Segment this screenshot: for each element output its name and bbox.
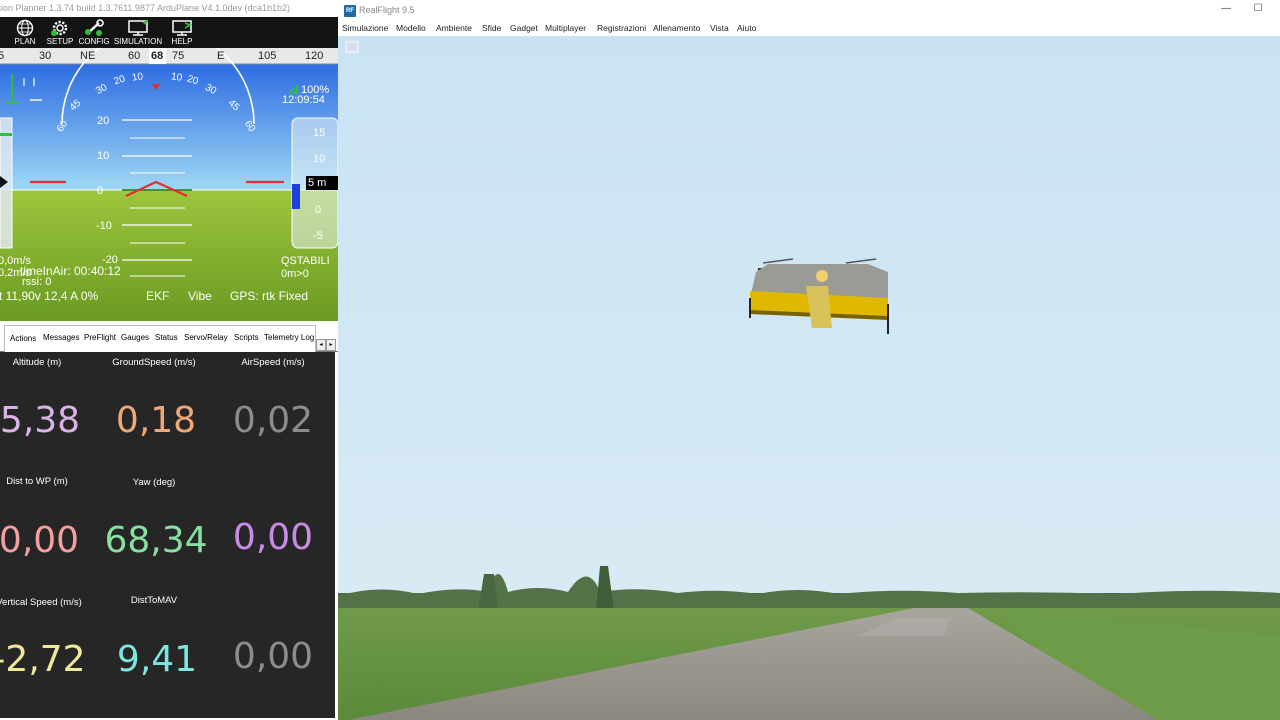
mission-planner-window: ssion Planner 1.3.74 build 1.3.7611.9877… [0, 0, 339, 720]
globe-icon [16, 19, 34, 37]
mission-planner-title: ssion Planner 1.3.74 build 1.3.7611.9877… [0, 3, 291, 13]
quick-value: 0,02 [232, 400, 314, 441]
pitch-label: -10 [96, 220, 112, 232]
quick-label: Vertical Speed (m/s) [0, 597, 82, 608]
help-button[interactable]: HELP [166, 17, 198, 48]
menu-modello[interactable]: Modello [396, 23, 426, 33]
mission-planner-toolbar: PLAN SETUP CONFIG SIMULATION HELP [0, 17, 338, 48]
ekf-status[interactable]: EKF [146, 289, 169, 303]
quick-label: Dist to WP (m) [6, 476, 68, 487]
quick-value: 0,00 [232, 517, 314, 558]
plan-label: PLAN [14, 37, 36, 46]
vibe-status[interactable]: Vibe [188, 289, 212, 303]
tab-scripts[interactable]: Scripts [234, 333, 258, 342]
tab-actions[interactable]: Actions [10, 334, 36, 343]
monitor-icon [128, 20, 148, 36]
tab-telemetry-logs[interactable]: Telemetry Logs [264, 333, 314, 342]
menu-aiuto[interactable]: Aiuto [737, 23, 756, 33]
menu-sfide[interactable]: Sfide [482, 23, 501, 33]
quick-label: Altitude (m) [12, 357, 62, 368]
quick-value: 9,41 [116, 639, 198, 680]
realflight-logo-icon: RF [344, 5, 356, 17]
help-icon [172, 20, 192, 36]
menu-simulazione[interactable]: Simulazione [342, 23, 388, 33]
flight-hud[interactable]: 5 30 NE 60 68 75 E 105 120 60 45 30 20 1… [0, 48, 338, 321]
data-tabs: Actions Messages PreFlight Gauges Status… [0, 321, 338, 352]
altitude-tick: -5 [313, 230, 323, 242]
config-button[interactable]: CONFIG [77, 17, 111, 48]
menu-registrazioni[interactable]: Registrazioni [597, 23, 646, 33]
realflight-menu-bar: Simulazione Modello Ambiente Sfide Gadge… [338, 22, 1280, 37]
simulation-label: SIMULATION [113, 37, 163, 46]
plan-button[interactable]: PLAN [8, 17, 42, 48]
config-label: CONFIG [78, 37, 110, 46]
tab-scroll-right[interactable]: ▸ [326, 339, 336, 351]
quick-value: 0,00 [0, 520, 80, 561]
simulator-scene [338, 36, 1280, 720]
quick-label: DistToMAV [130, 595, 178, 606]
pitch-label: 10 [97, 150, 110, 162]
gear-icon [51, 20, 68, 36]
mission-planner-title-bar: ssion Planner 1.3.74 build 1.3.7611.9877… [0, 0, 338, 17]
help-label: HELP [171, 37, 193, 46]
menu-vista[interactable]: Vista [710, 23, 729, 33]
maximize-button[interactable]: ☐ [1250, 3, 1266, 19]
gps-status: GPS: rtk Fixed [230, 289, 309, 303]
quick-view-panel: Altitude (m) 5,38 GroundSpeed (m/s) 0,18… [0, 352, 335, 718]
pitch-label: 0 [97, 185, 104, 197]
quick-label: Yaw (deg) [132, 477, 176, 488]
simulator-viewport[interactable] [338, 36, 1280, 720]
quick-value: 0,00 [232, 636, 314, 677]
tab-preflight[interactable]: PreFlight [84, 333, 116, 342]
tab-messages[interactable]: Messages [43, 333, 79, 342]
quick-label: AirSpeed (m/s) [241, 357, 305, 368]
realflight-window: RF RealFlight 9.5 — ☐ Simulazione Modell… [338, 0, 1280, 720]
menu-ambiente[interactable]: Ambiente [436, 23, 472, 33]
minimize-button[interactable]: — [1218, 3, 1234, 19]
quick-label: GroundSpeed (m/s) [112, 357, 196, 368]
setup-label: SETUP [46, 37, 74, 46]
rssi-text: rssi: 0 [22, 276, 52, 288]
pitch-label: 20 [97, 115, 110, 127]
hud-clock: 12:09:54 [282, 94, 325, 106]
realflight-title-bar: RF RealFlight 9.5 — ☐ [338, 0, 1280, 22]
setup-button[interactable]: SETUP [43, 17, 77, 48]
wp-distance: 0m>0 [281, 268, 309, 280]
menu-allenamento[interactable]: Allenamento [653, 23, 700, 33]
menu-gadget[interactable]: Gadget [510, 23, 538, 33]
tab-status[interactable]: Status [155, 333, 178, 342]
tab-gauges[interactable]: Gauges [121, 333, 149, 342]
simulation-button[interactable]: SIMULATION [113, 17, 163, 48]
flight-mode: QSTABILI [281, 255, 330, 267]
battery-status: t 11,90v 12,4 A 0% [0, 289, 99, 303]
realflight-title: RealFlight 9.5 [359, 5, 415, 15]
quick-value: 0,18 [115, 400, 197, 441]
altitude-tape: 15 10 0 -5 5 m [292, 118, 338, 248]
altitude-tick: 10 [313, 153, 326, 165]
menu-multiplayer[interactable]: Multiplayer [545, 23, 586, 33]
altitude-current: 5 m [308, 177, 327, 189]
tab-servo-relay[interactable]: Servo/Relay [184, 333, 228, 342]
tab-scroll-left[interactable]: ◂ [316, 339, 326, 351]
altitude-tick: 15 [313, 127, 326, 139]
quick-value: 5,38 [0, 400, 81, 441]
quick-value: 68,34 [104, 520, 208, 561]
quick-value: -2,72 [0, 639, 86, 680]
wrench-icon [85, 19, 104, 36]
altitude-tick: 0 [315, 204, 322, 216]
